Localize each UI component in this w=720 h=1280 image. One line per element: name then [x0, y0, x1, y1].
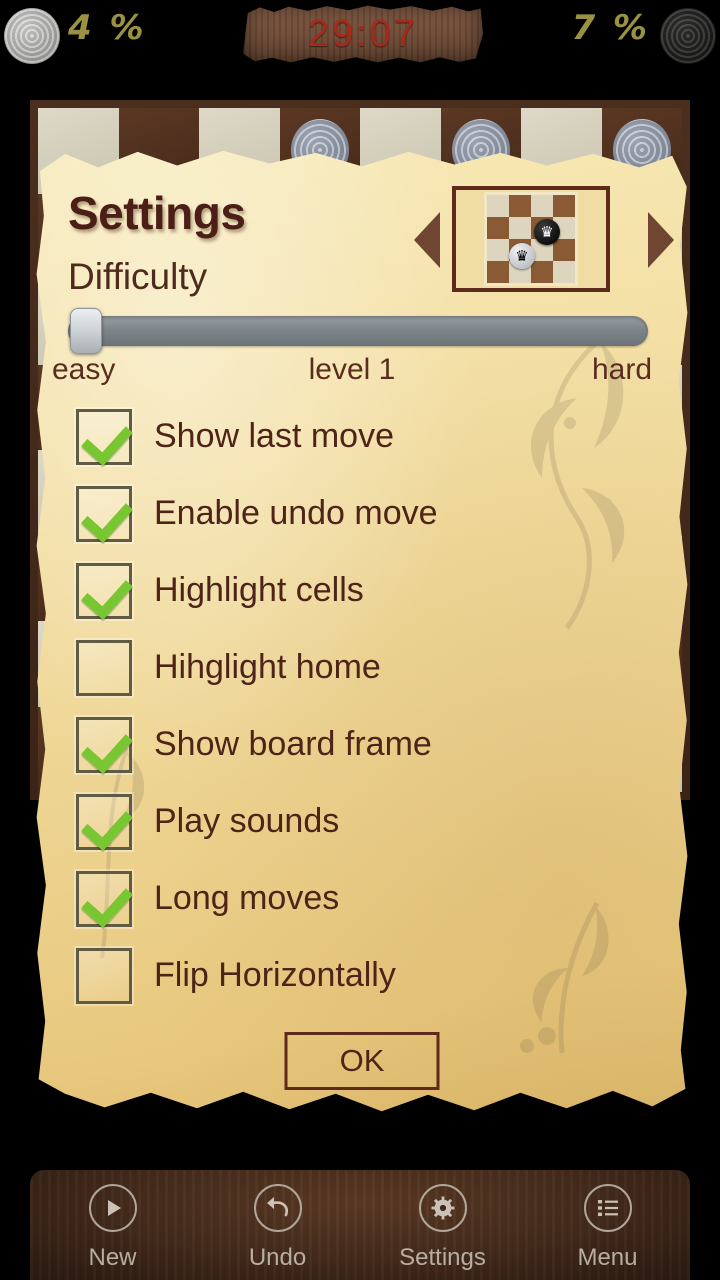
- settings-option-label: Highlight cells: [154, 571, 364, 609]
- settings-option-label: Show board frame: [154, 725, 432, 763]
- settings-option-label: Enable undo move: [154, 494, 438, 532]
- slider-track[interactable]: [68, 316, 648, 346]
- settings-option-label: Play sounds: [154, 802, 340, 840]
- settings-option-row[interactable]: Play sounds: [76, 783, 636, 860]
- theme-preview[interactable]: ♛ ♛: [452, 186, 610, 292]
- toolbar-item-settings[interactable]: Settings: [378, 1184, 508, 1272]
- settings-options-list: Show last move Enable undo move Highlight …: [76, 398, 636, 1014]
- settings-option-row[interactable]: Enable undo move: [76, 475, 636, 552]
- toolbar-label-settings: Settings: [399, 1244, 486, 1271]
- difficulty-slider[interactable]: [68, 308, 648, 354]
- preview-dark-king-piece: ♛: [534, 219, 560, 245]
- slider-labels: easy level 1 hard: [52, 353, 652, 389]
- preview-board-cell: [487, 261, 509, 283]
- undo-arrow-icon: [253, 1184, 302, 1232]
- preview-board-cell: [487, 217, 509, 239]
- dark-checker-piece-icon: [660, 8, 716, 64]
- settings-option-row[interactable]: Hihglight home: [76, 629, 636, 706]
- settings-option-label: Show last move: [154, 417, 394, 455]
- settings-option-row[interactable]: Long moves: [76, 860, 636, 937]
- toolbar-item-menu[interactable]: Menu: [543, 1184, 673, 1272]
- checkbox-show-last-move[interactable]: [76, 408, 132, 465]
- preview-board-cell: [487, 239, 509, 261]
- theme-preview-board: ♛ ♛: [484, 192, 578, 286]
- preview-board-cell: [509, 217, 531, 239]
- theme-selector: ♛ ♛: [414, 184, 674, 294]
- preview-board-cell: [487, 195, 509, 217]
- toolbar-label-menu: Menu: [577, 1244, 638, 1271]
- arrow-left-icon[interactable]: [414, 212, 440, 268]
- difficulty-label: Difficulty: [68, 256, 208, 297]
- settings-option-row[interactable]: Show last move: [76, 398, 636, 475]
- preview-board-cell: [553, 261, 575, 283]
- light-checker-piece-icon: [4, 8, 60, 64]
- page-title: Settings: [68, 187, 246, 239]
- preview-board-cell: [553, 239, 575, 261]
- gear-icon: [418, 1184, 467, 1232]
- settings-dialog: Settings ♛ ♛ Difficulty easy level 1 har…: [32, 148, 692, 1118]
- play-icon: [88, 1184, 137, 1232]
- status-bar: 4 % 29:07 7 %: [0, 0, 720, 78]
- checkbox-enable-undo-move[interactable]: [76, 485, 132, 542]
- ok-button[interactable]: OK: [284, 1032, 440, 1090]
- checkbox-highlight-cells[interactable]: [76, 562, 132, 619]
- toolbar-label-undo: Undo: [248, 1244, 307, 1271]
- preview-board-cell: [531, 261, 553, 283]
- slider-max-label: hard: [591, 353, 652, 386]
- left-player-percent: 4 %: [68, 8, 147, 48]
- checkbox-flip-horizontally[interactable]: [76, 947, 132, 1004]
- preview-light-king-piece: ♛: [509, 243, 535, 269]
- right-player-percent: 7 %: [571, 8, 650, 48]
- settings-option-row[interactable]: Highlight cells: [76, 552, 636, 629]
- settings-option-label: Long moves: [154, 879, 340, 917]
- list-icon: [583, 1184, 632, 1232]
- toolbar-label-new: New: [88, 1244, 137, 1271]
- preview-board-cell: [553, 195, 575, 217]
- slider-min-label: easy: [52, 353, 116, 386]
- slider-value-label: level 1: [308, 353, 396, 386]
- toolbar-item-new[interactable]: New: [48, 1184, 178, 1272]
- preview-board-cell: [509, 195, 531, 217]
- slider-thumb[interactable]: [70, 308, 102, 354]
- game-timer: 29:07: [307, 12, 419, 55]
- preview-board-cell: [531, 195, 553, 217]
- settings-option-row[interactable]: Flip Horizontally: [76, 937, 636, 1014]
- toolbar-item-undo[interactable]: Undo: [213, 1184, 343, 1272]
- bottom-toolbar: New Undo Settings Menu: [30, 1170, 690, 1280]
- settings-option-row[interactable]: Show board frame: [76, 706, 636, 783]
- checkbox-show-board-frame[interactable]: [76, 716, 132, 773]
- settings-option-label: Hihglight home: [154, 648, 381, 686]
- checkbox-long-moves[interactable]: [76, 870, 132, 927]
- checkbox-play-sounds[interactable]: [76, 793, 132, 850]
- checkbox-hihglight-home[interactable]: [76, 639, 132, 696]
- settings-option-label: Flip Horizontally: [154, 956, 396, 994]
- arrow-right-icon[interactable]: [648, 212, 674, 268]
